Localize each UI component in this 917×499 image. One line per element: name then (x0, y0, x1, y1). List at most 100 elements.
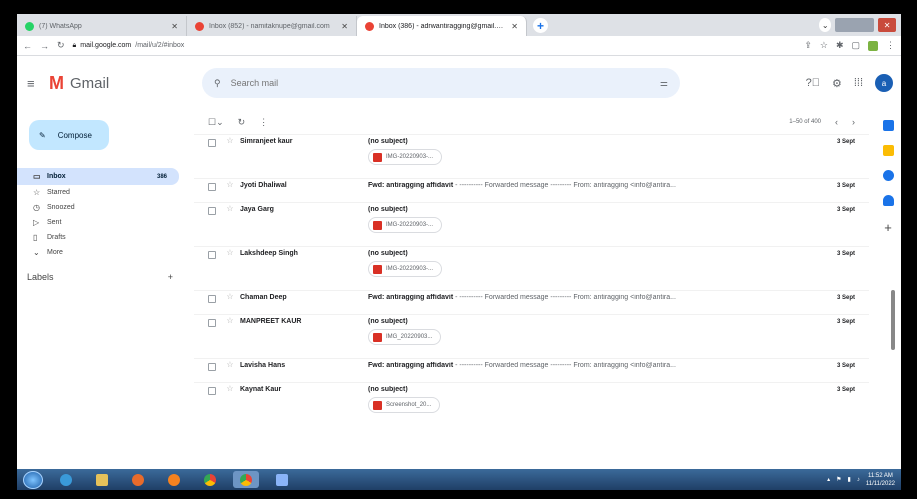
forward-arrow-icon[interactable]: → (40, 41, 49, 51)
email-row[interactable]: ☆ Simranjeet kaur (no subject) IMG-20220903… (194, 134, 869, 178)
row-checkbox[interactable] (208, 319, 216, 327)
sidebar-item-drafts[interactable]: ▯ Drafts (17, 230, 187, 245)
profile-icon[interactable] (868, 40, 878, 51)
taskbar-firefox-icon[interactable] (161, 471, 187, 488)
tasks-icon[interactable] (882, 170, 894, 181)
sidebar-item-sent[interactable]: ▷ Sent (17, 215, 187, 230)
calendar-icon[interactable] (882, 120, 894, 131)
row-checkbox[interactable] (208, 139, 216, 147)
row-checkbox[interactable] (208, 207, 216, 215)
taskbar-app-icon[interactable] (269, 471, 295, 488)
tab-close-icon[interactable]: ✕ (171, 22, 178, 31)
sidepanel-icon[interactable]: ▢ (851, 40, 860, 51)
attachment-chip[interactable]: IMG-20220903-... (368, 217, 443, 233)
taskbar-media-icon[interactable] (125, 471, 151, 488)
new-tab-button[interactable]: + (533, 18, 548, 33)
taskbar-explorer-icon[interactable] (89, 471, 115, 488)
sidebar-item-inbox[interactable]: ▭ Inbox 386 (17, 168, 179, 185)
email-row[interactable]: ☆ MANPREET KAUR (no subject) IMG_20220903..… (194, 314, 869, 358)
window-close-button[interactable]: ✕ (878, 18, 896, 32)
attachment-chip[interactable]: IMG-20220903-... (368, 149, 443, 165)
image-file-icon (373, 332, 382, 342)
create-label-button[interactable]: + (168, 272, 173, 282)
keep-icon[interactable] (882, 145, 894, 156)
refresh-icon[interactable]: ↻ (238, 117, 246, 128)
main-menu-icon[interactable]: ≡ (27, 76, 41, 91)
system-clock[interactable]: 11:52 AM 11/11/2022 (866, 472, 895, 488)
email-row[interactable]: ☆ Lavisha Hans Fwd: antiragging affidavit … (194, 358, 869, 382)
labels-heading: Labels (27, 272, 54, 282)
email-row[interactable]: ☆ Jyoti Dhaliwal Fwd: antiragging affidavi… (194, 178, 869, 202)
tab-close-icon[interactable]: ✕ (511, 22, 518, 31)
email-list: ☆ Simranjeet kaur (no subject) IMG-20220903… (194, 134, 869, 426)
attachment-chip[interactable]: Screenshot_20... (368, 397, 441, 413)
compose-button[interactable]: ✎ Compose (29, 120, 109, 150)
account-avatar[interactable]: a (875, 74, 893, 92)
search-input[interactable] (230, 78, 650, 88)
url-field[interactable]: 🔒︎ mail.google.com/mail/u/2/#inbox (73, 42, 797, 50)
windows-taskbar: ▴ ⚑ ▮ ♪ 11:52 AM 11/11/2022 (17, 469, 901, 490)
tray-arrow-icon[interactable]: ▴ (827, 476, 830, 483)
select-all-checkbox[interactable]: ☐⌄ (208, 117, 224, 128)
row-checkbox[interactable] (208, 295, 216, 303)
sidebar-item-more[interactable]: ⌄ More (17, 245, 187, 260)
sidebar-item-snoozed[interactable]: ◷ Snoozed (17, 200, 187, 215)
taskbar-chrome-active-icon[interactable] (233, 471, 259, 488)
attachment-chip[interactable]: IMG_20220903... (368, 329, 442, 345)
back-arrow-icon[interactable]: ← (23, 41, 32, 51)
pagination-count: 1–50 of 400 (789, 119, 821, 125)
row-star-icon[interactable]: ☆ (222, 204, 238, 213)
unread-count: 386 (156, 173, 167, 180)
support-icon[interactable]: ?⃝ (806, 77, 820, 89)
tab-search-icon[interactable]: ⌄ (819, 18, 832, 32)
row-checkbox[interactable] (208, 183, 216, 191)
row-checkbox[interactable] (208, 251, 216, 259)
email-row[interactable]: ☆ Lakshdeep Singh (no subject) IMG-20220903… (194, 246, 869, 290)
taskbar-chrome-icon[interactable] (197, 471, 223, 488)
row-star-icon[interactable]: ☆ (222, 360, 238, 369)
email-subject: (no subject) (368, 206, 408, 213)
row-star-icon[interactable]: ☆ (222, 248, 238, 257)
extensions-puzzle-icon[interactable]: ✱ (836, 40, 844, 51)
search-options-icon[interactable]: ⚌ (660, 78, 668, 89)
row-star-icon[interactable]: ☆ (222, 136, 238, 145)
browser-tab[interactable]: Inbox (852) - namitaknupe@gmail.com ✕ (187, 16, 357, 36)
start-button[interactable] (23, 470, 43, 489)
minimize-maximize-buttons[interactable] (835, 18, 875, 32)
sidebar-item-starred[interactable]: ☆ Starred (17, 185, 187, 200)
row-star-icon[interactable]: ☆ (222, 180, 238, 189)
attachment-chip[interactable]: IMG-20220903-... (368, 261, 443, 277)
browser-menu-icon[interactable]: ⋮ (886, 40, 895, 51)
share-icon[interactable]: ⇪ (804, 40, 812, 51)
gmail-logo[interactable]: M Gmail (49, 73, 189, 94)
bookmark-star-icon[interactable]: ☆ (820, 40, 828, 51)
get-addons-icon[interactable]: + (884, 220, 892, 235)
tray-network-icon[interactable]: ▮ (848, 476, 851, 483)
more-actions-icon[interactable]: ⋮ (259, 117, 268, 128)
tray-volume-icon[interactable]: ♪ (857, 477, 860, 483)
taskbar-ie-icon[interactable] (53, 471, 79, 488)
sidebar-item-label: Snoozed (47, 204, 75, 211)
contacts-icon[interactable] (882, 195, 894, 206)
apps-grid-icon[interactable]: ⁞⁞⁞ (854, 77, 863, 89)
email-row[interactable]: ☆ Kaynat Kaur (no subject) Screenshot_20...… (194, 382, 869, 426)
sidebar-item-label: Sent (47, 219, 62, 226)
row-star-icon[interactable]: ☆ (222, 316, 238, 325)
row-checkbox[interactable] (208, 387, 216, 395)
browser-tab[interactable]: Inbox (386) - adrwantiragging@gmail.com ✕ (357, 16, 527, 36)
row-star-icon[interactable]: ☆ (222, 292, 238, 301)
tray-flag-icon[interactable]: ⚑ (836, 476, 841, 483)
search-icon[interactable]: ⚲ (214, 78, 221, 89)
sidebar-item-label: Drafts (47, 234, 66, 241)
prev-page-icon[interactable]: ‹ (835, 117, 838, 127)
reload-icon[interactable]: ↻ (57, 40, 65, 51)
email-row[interactable]: ☆ Jaya Garg (no subject) IMG-20220903-... 3 … (194, 202, 869, 246)
email-row[interactable]: ☆ Chaman Deep Fwd: antiragging affidavit -… (194, 290, 869, 314)
row-star-icon[interactable]: ☆ (222, 384, 238, 393)
browser-tab[interactable]: (7) WhatsApp ✕ (17, 16, 187, 36)
row-checkbox[interactable] (208, 363, 216, 371)
tab-close-icon[interactable]: ✕ (341, 22, 348, 31)
folder-list: ▭ Inbox 386 ☆ Starred ◷ Snoozed ▷ Sent ▯ Drafts ⌄ Mo… (17, 168, 187, 260)
next-page-icon[interactable]: › (852, 117, 855, 127)
settings-gear-icon[interactable]: ⚙ (832, 77, 842, 90)
